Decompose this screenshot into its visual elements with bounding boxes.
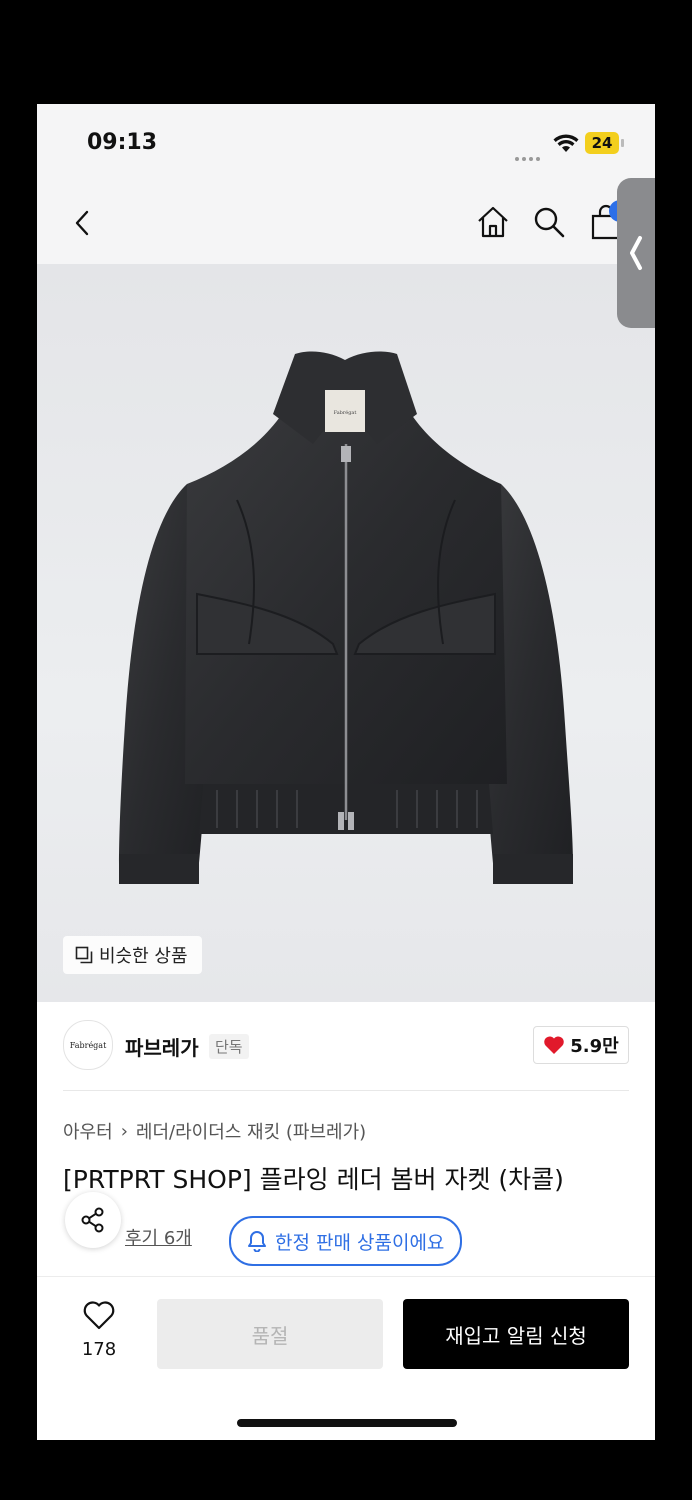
cellular-signal-icon <box>515 146 545 161</box>
jacket-label-text: Fabrégat <box>334 409 357 416</box>
wishlist-count: 178 <box>81 1339 117 1360</box>
share-icon <box>81 1207 104 1233</box>
similar-items-icon <box>75 946 93 964</box>
similar-products-button[interactable]: 비슷한 상품 <box>63 936 202 974</box>
brand-name[interactable]: 파브레가 <box>125 1032 199 1061</box>
side-panel-handle[interactable] <box>617 178 655 328</box>
brand-like-button[interactable]: 5.9만 <box>533 1026 629 1064</box>
breadcrumb: 아우터 › 레더/라이더스 재킷 (파브레가) <box>63 1118 366 1144</box>
phone-screen: 09:13 24 2 <box>37 104 655 1440</box>
battery-indicator: 24 <box>585 132 619 154</box>
wishlist-button[interactable]: 178 <box>67 1301 131 1360</box>
search-icon[interactable] <box>531 204 567 240</box>
similar-products-label: 비슷한 상품 <box>99 946 188 967</box>
brand-row: Fabrégat 파브레가 단독 5.9만 <box>37 1002 655 1090</box>
section-divider <box>63 1090 629 1091</box>
chevron-right-icon: › <box>120 1120 128 1142</box>
sold-out-button: 품절 <box>157 1299 383 1369</box>
product-image[interactable]: Fabrégat 비슷한 상품 <box>37 264 655 1002</box>
brand-logo[interactable]: Fabrégat <box>63 1020 113 1070</box>
limited-sale-badge[interactable]: 한정 판매 상품이에요 <box>229 1216 463 1266</box>
heart-outline-icon <box>83 1301 115 1330</box>
top-navigation: 2 <box>37 184 655 264</box>
breadcrumb-item-outer[interactable]: 아우터 <box>63 1118 113 1144</box>
chevron-left-icon <box>630 236 642 270</box>
reviews-link[interactable]: 후기 6개 <box>125 1224 192 1250</box>
product-title: [PRTPRT SHOP] 플라잉 레더 봄버 자켓 (차콜) <box>63 1165 564 1194</box>
breadcrumb-item-category[interactable]: 레더/라이더스 재킷 (파브레가) <box>136 1118 366 1144</box>
exclusive-badge: 단독 <box>209 1034 249 1059</box>
share-button[interactable] <box>65 1192 121 1248</box>
home-icon[interactable] <box>475 204 511 240</box>
status-time: 09:13 <box>87 130 158 155</box>
limited-sale-label: 한정 판매 상품이에요 <box>275 1231 445 1254</box>
restock-alert-button[interactable]: 재입고 알림 신청 <box>403 1299 629 1369</box>
bell-icon <box>248 1231 266 1252</box>
brand-logo-text: Fabrégat <box>69 1040 107 1050</box>
bottom-action-bar: 178 품절 재입고 알림 신청 <box>37 1276 655 1440</box>
home-indicator[interactable] <box>237 1419 457 1427</box>
heart-filled-icon <box>544 1036 565 1054</box>
wifi-icon <box>553 134 579 152</box>
leather-jacket-image: Fabrégat <box>119 351 573 884</box>
status-bar: 09:13 24 <box>37 104 655 184</box>
brand-like-count: 5.9만 <box>570 1036 619 1057</box>
chevron-left-icon[interactable] <box>71 206 95 240</box>
battery-tip <box>621 139 624 147</box>
